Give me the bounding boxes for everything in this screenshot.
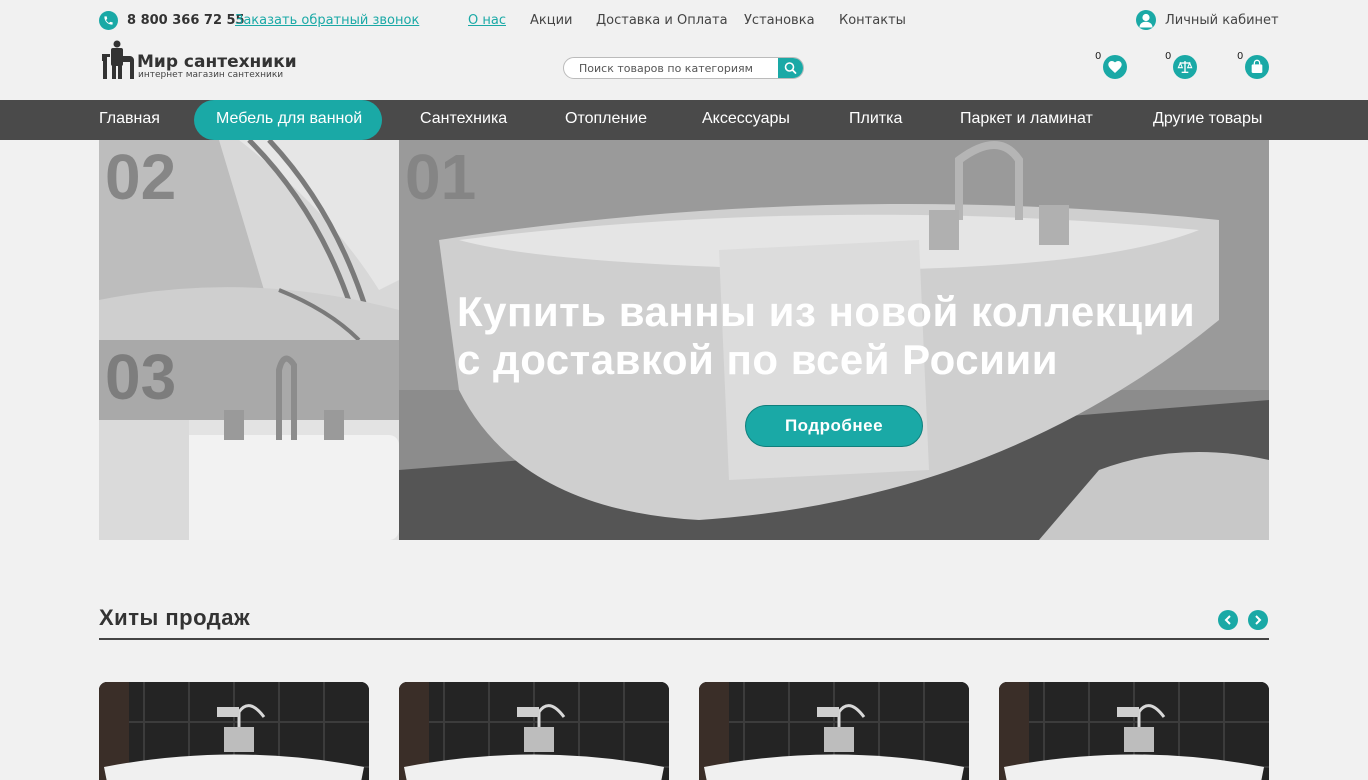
favorites-button[interactable]: 0 [1095, 51, 1127, 79]
cart-count: 0 [1237, 51, 1244, 62]
cart-button[interactable]: 0 [1237, 51, 1269, 79]
main-nav-heating[interactable]: Отопление [565, 100, 647, 140]
top-nav-installation[interactable]: Установка [744, 13, 815, 28]
hero-slider: 02 03 01 Купить ванны из новой коллекции… [99, 140, 1269, 540]
top-nav-promotions[interactable]: Акции [530, 13, 573, 28]
hero-headline-line1: Купить ванны из новой коллекции [457, 288, 1196, 335]
main-nav-other[interactable]: Другие товары [1153, 100, 1262, 140]
search-input[interactable] [564, 58, 779, 78]
carousel-next-button[interactable] [1248, 610, 1268, 630]
product-card[interactable] [399, 682, 669, 780]
heart-icon [1108, 61, 1122, 73]
top-bar: 8 800 366 72 55 Заказать обратный звонок… [0, 0, 1368, 42]
shopping-bag-icon [1251, 59, 1263, 73]
logo-subtitle: интернет магазин сантехники [138, 70, 284, 80]
account-link[interactable]: Личный кабинет [1165, 13, 1279, 28]
hero-headline: Купить ванны из новой коллекции с достав… [457, 288, 1247, 384]
logo-icon [102, 40, 134, 79]
product-image [99, 682, 369, 780]
logo[interactable]: Мир сантехники интернет магазин сантехни… [99, 40, 297, 82]
main-nav-bathroom-furniture[interactable]: Мебель для ванной [216, 100, 362, 140]
hero-headline-line2: с доставкой по всей Росиии [457, 336, 1059, 383]
slide-thumb-02[interactable]: 02 [99, 140, 399, 340]
main-nav-accessories[interactable]: Аксессуары [702, 100, 790, 140]
product-card[interactable] [99, 682, 369, 780]
product-image [999, 682, 1269, 780]
main-nav-plumbing[interactable]: Сантехника [420, 100, 507, 140]
slide-thumb-03[interactable]: 03 [99, 340, 399, 540]
search-button[interactable] [778, 58, 803, 78]
phone-number[interactable]: 8 800 366 72 55 [127, 13, 245, 28]
section-title: Хиты продаж [99, 605, 251, 630]
search-box [563, 57, 804, 79]
product-image [399, 682, 669, 780]
slide-number: 03 [105, 341, 177, 413]
logo-title: Мир сантехники [137, 52, 297, 72]
main-nav-home[interactable]: Главная [99, 100, 160, 140]
phone-icon [99, 11, 118, 30]
main-nav: Главная Мебель для ванной Сантехника Ото… [0, 100, 1368, 140]
top-nav-about[interactable]: О нас [468, 13, 506, 28]
main-nav-parquet[interactable]: Паркет и ламинат [960, 100, 1093, 140]
slide-number: 02 [105, 141, 177, 213]
section-divider [99, 638, 1269, 640]
slide-number: 01 [405, 141, 477, 213]
product-card[interactable] [999, 682, 1269, 780]
chevron-left-icon [1224, 615, 1231, 625]
top-nav-delivery[interactable]: Доставка и Оплата [596, 13, 728, 28]
search-icon [784, 62, 797, 74]
callback-link[interactable]: Заказать обратный звонок [235, 13, 419, 28]
more-button[interactable]: Подробнее [745, 405, 923, 447]
chevron-right-icon [1255, 615, 1262, 625]
user-icon[interactable] [1136, 10, 1156, 30]
main-nav-tiles[interactable]: Плитка [849, 100, 902, 140]
scales-icon [1177, 61, 1193, 73]
compare-count: 0 [1165, 51, 1172, 62]
hero-main-slide: 01 Купить ванны из новой коллекции с дос… [399, 140, 1269, 540]
product-card[interactable] [699, 682, 969, 780]
product-image [699, 682, 969, 780]
favorites-count: 0 [1095, 51, 1102, 62]
carousel-prev-button[interactable] [1218, 610, 1238, 630]
top-nav-contacts[interactable]: Контакты [839, 13, 906, 28]
compare-button[interactable]: 0 [1165, 51, 1197, 79]
